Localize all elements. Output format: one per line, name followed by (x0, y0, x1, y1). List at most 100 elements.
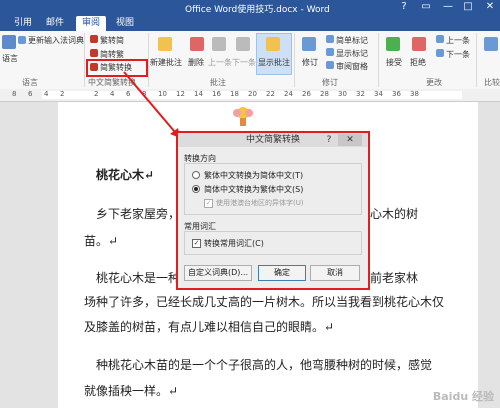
trad-to-simp-icon (90, 35, 98, 43)
show-comments-icon (266, 37, 280, 51)
convert-icon (90, 63, 98, 71)
checkbox-hk-taiwan[interactable]: ✓ (204, 199, 213, 208)
show-markup-button[interactable]: 显示标记 (336, 48, 368, 59)
ruler: 8 6 4 2 2 4 6 8 10 12 14 16 18 20 22 24 … (0, 89, 500, 102)
paragraph-line: 苗。↵ (84, 234, 119, 248)
radio-simp-to-trad-label: 简体中文转换为繁体中文(S) (204, 185, 304, 194)
ruler-number: 20 (248, 90, 257, 98)
next-comment-icon (236, 37, 250, 51)
checkbox-common-words-label: 转换常用词汇(C) (204, 239, 264, 248)
tab-references[interactable]: 引用 (8, 16, 38, 31)
paragraph-line: 桃花心木是一种 (96, 271, 181, 285)
close-button[interactable]: ✕ (484, 1, 496, 13)
ribbon: 语言 更新输入法词典 语言 繁转简 简转繁 简繁转换 中文简繁转换 新建批注 删… (0, 31, 500, 90)
review-pane-icon (326, 61, 334, 69)
paragraph-line: 场种了许多，已经长成几丈高的一片树木。所以当我看到桃花心木仅 (84, 295, 445, 309)
group-separator (294, 33, 295, 87)
title-bar: Office Word使用技巧.docx - Word ? ▭ — □ ✕ (0, 0, 500, 15)
ribbon-tabs: 引用 邮件 审阅 视图 (0, 14, 500, 31)
ruler-number: 22 (266, 90, 275, 98)
radio-trad-to-simp[interactable] (192, 171, 200, 179)
simple-markup-icon (326, 35, 334, 43)
tracking-group-label: 修订 (322, 78, 338, 87)
ruler-number: 24 (284, 90, 293, 98)
radio-simp-to-trad[interactable] (192, 185, 200, 193)
flower-logo-icon (233, 107, 253, 126)
dictionary-icon (18, 36, 26, 44)
paragraph-line: 前老家林 (370, 271, 419, 285)
paragraph-line: 种桃花心木苗的是一个个子很高的人，他弯腰种树的时候，感觉 (96, 358, 433, 372)
new-comment-icon (158, 37, 172, 51)
dialog-help-button[interactable]: ? (324, 134, 334, 146)
reject-button[interactable]: 拒绝 (410, 57, 426, 68)
review-pane-button[interactable]: 审阅窗格 (336, 61, 368, 72)
paragraph-line: 乡下老家屋旁， (96, 207, 181, 221)
ruler-number: 28 (320, 90, 329, 98)
tab-view[interactable]: 视图 (110, 16, 140, 31)
ruler-number: 6 (28, 90, 33, 98)
cancel-button[interactable]: 取消 (310, 265, 360, 281)
tab-mailings[interactable]: 邮件 (40, 16, 70, 31)
ruler-number: 8 (12, 90, 17, 98)
ruler-number: 36 (392, 90, 401, 98)
next-change-icon (436, 49, 444, 57)
group-separator (84, 33, 85, 87)
ok-button[interactable]: 确定 (258, 265, 306, 281)
previous-change-icon (436, 35, 444, 43)
tab-review[interactable]: 审阅 (76, 16, 107, 31)
reject-icon (412, 37, 426, 51)
ruler-number: 16 (212, 90, 221, 98)
watermark: Baidu 经验 (432, 390, 494, 403)
checkbox-common-words[interactable]: ✓ (192, 239, 201, 248)
trad-to-simp-button[interactable]: 繁转简 (100, 35, 124, 46)
show-markup-icon (326, 48, 334, 56)
compare-group-label: 比较 (484, 78, 500, 87)
delete-comment-icon (190, 37, 204, 51)
comments-group-label: 批注 (210, 78, 226, 87)
language-group-label: 语言 (22, 78, 38, 87)
maximize-button[interactable]: □ (462, 1, 474, 13)
ruler-number: 2 (60, 90, 65, 98)
track-changes-button[interactable]: 修订 (302, 57, 318, 68)
previous-comment-button[interactable]: 上一条 (208, 57, 232, 68)
compare-icon (484, 37, 498, 51)
ruler-number: 2 (94, 90, 99, 98)
changes-group-label: 更改 (426, 78, 442, 87)
language-icon (2, 35, 16, 49)
group-separator (476, 33, 477, 87)
new-comment-button[interactable]: 新建批注 (150, 57, 182, 68)
paragraph-line: 心木的树 (370, 207, 419, 221)
track-changes-icon (302, 37, 316, 51)
help-button[interactable]: ? (398, 1, 410, 13)
ruler-number: 4 (44, 90, 49, 98)
next-comment-button[interactable]: 下一条 (232, 57, 256, 68)
checkbox-hk-taiwan-label: 使用港澳台地区的异体字(U) (216, 199, 304, 207)
accept-icon (386, 37, 400, 51)
dialog-close-button[interactable]: ✕ (338, 134, 362, 146)
ruler-number: 32 (356, 90, 365, 98)
ruler-number: 38 (410, 90, 419, 98)
delete-comment-button[interactable]: 删除 (188, 57, 204, 68)
previous-comment-icon (212, 37, 226, 51)
ruler-number: 30 (338, 90, 347, 98)
document-title: 桃花心木↵ (96, 168, 155, 182)
custom-dictionary-button[interactable]: 自定义词典(D)... (184, 265, 252, 281)
minimize-button[interactable]: — (442, 1, 454, 13)
paragraph-line: 就像插秧一样。↵ (84, 384, 179, 398)
ruler-number: 4 (110, 90, 115, 98)
group-separator (378, 33, 379, 87)
simple-markup-select[interactable]: 简单标记 (336, 35, 368, 46)
radio-trad-to-simp-label: 繁体中文转换为简体中文(T) (204, 171, 304, 180)
accept-button[interactable]: 接受 (386, 57, 402, 68)
show-comments-button[interactable]: 显示批注 (258, 57, 290, 68)
simp-to-trad-icon (90, 49, 98, 57)
ruler-number: 18 (230, 90, 239, 98)
ribbon-display-button[interactable]: ▭ (420, 1, 432, 13)
update-dictionary-button[interactable]: 更新输入法词典 (28, 35, 84, 46)
previous-change-button[interactable]: 上一条 (446, 35, 470, 46)
paragraph-line: 及膝盖的树苗，有点儿难以相信自己的眼睛。↵ (84, 320, 335, 334)
next-change-button[interactable]: 下一条 (446, 49, 470, 60)
convert-dialog: 中文简繁转换 ? ✕ 转换方向 繁体中文转换为简体中文(T) 简体中文转换为繁体… (176, 131, 370, 290)
ruler-number: 34 (374, 90, 383, 98)
language-button[interactable]: 语言 (2, 53, 18, 64)
